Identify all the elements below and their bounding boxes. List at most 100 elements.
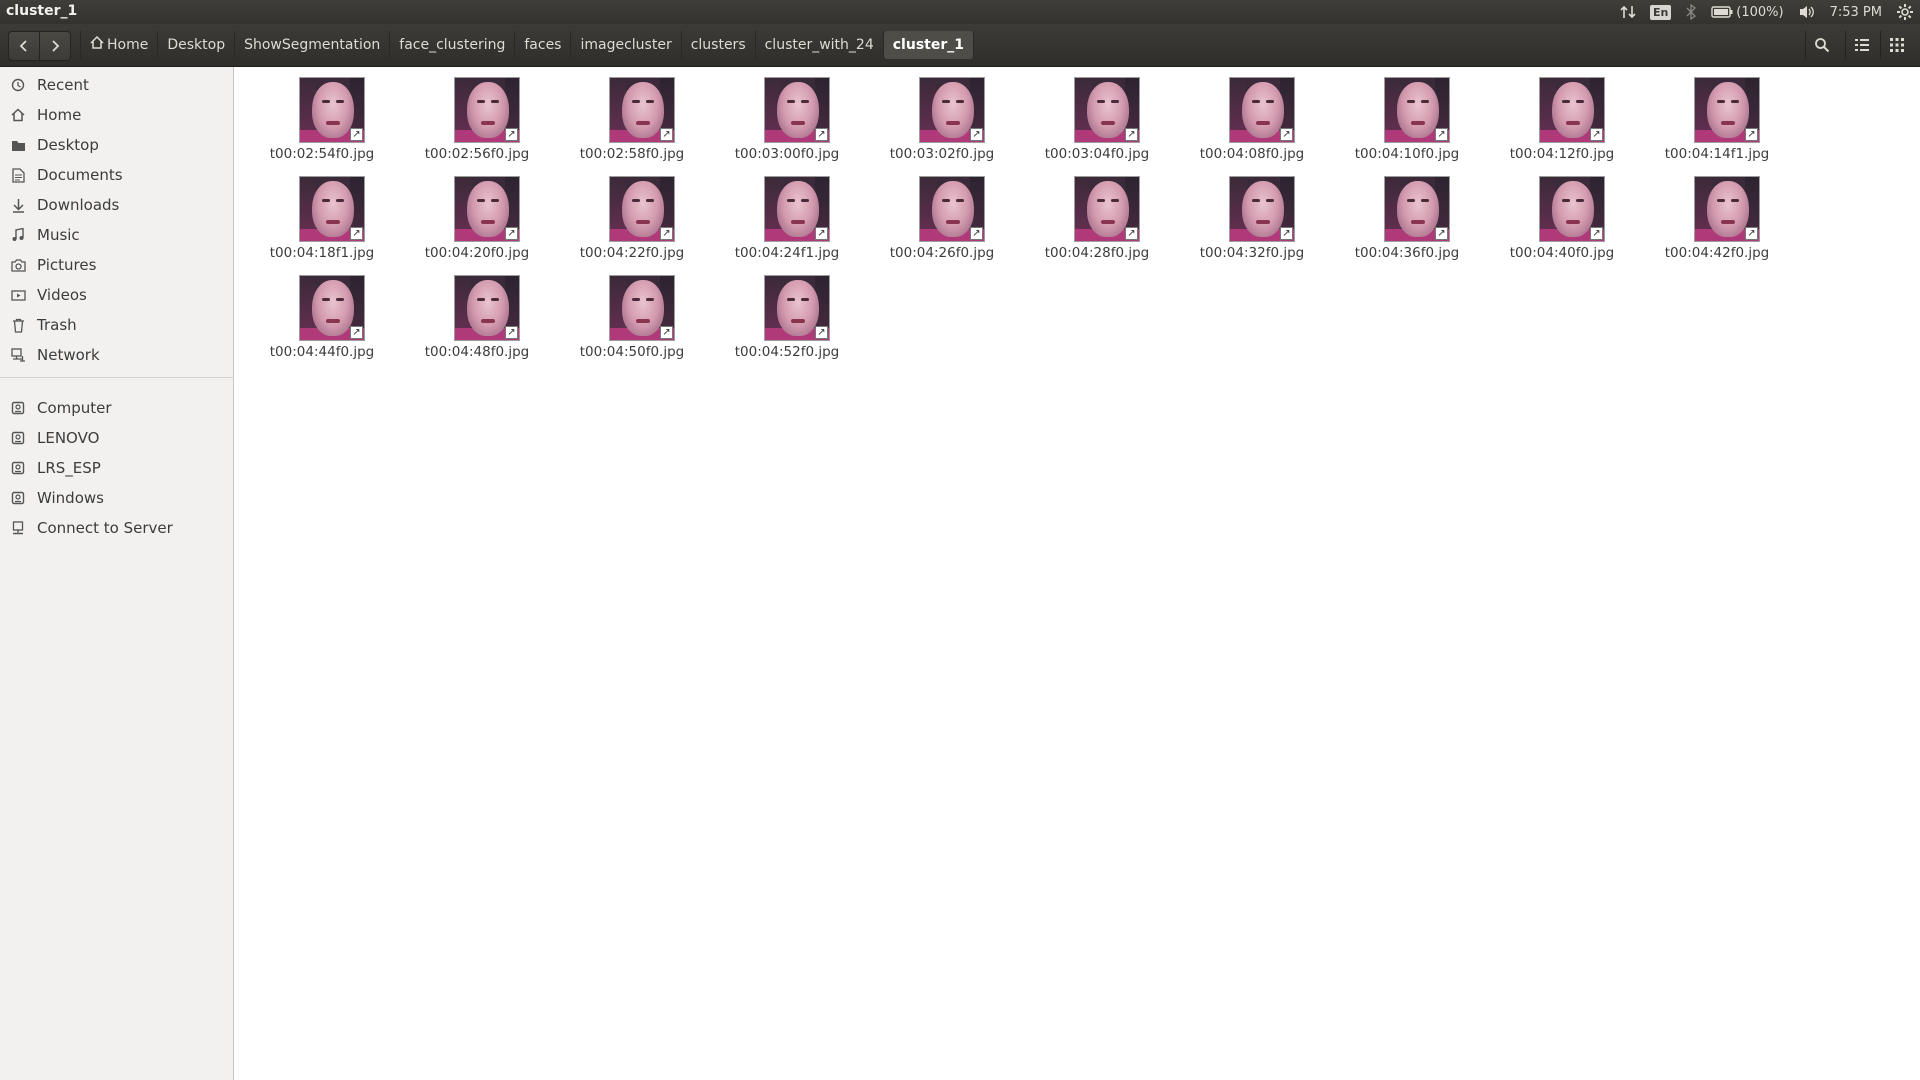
file-item[interactable]: ↗ t00:04:14f1.jpg xyxy=(1642,67,1792,162)
file-item[interactable]: ↗ t00:04:40f0.jpg xyxy=(1487,166,1637,261)
file-item[interactable]: ↗ t00:04:42f0.jpg xyxy=(1642,166,1792,261)
file-item[interactable]: ↗ t00:04:50f0.jpg xyxy=(557,265,707,360)
file-item[interactable]: ↗ t00:02:54f0.jpg xyxy=(247,67,397,162)
sidebar-item-desktop[interactable]: Desktop xyxy=(0,132,233,158)
file-name: t00:04:10f0.jpg xyxy=(1354,146,1460,162)
sidebar-item-windows[interactable]: Windows xyxy=(0,485,233,511)
battery-indicator[interactable]: (100%) xyxy=(1711,4,1784,20)
symlink-arrow-icon: ↗ xyxy=(350,227,363,240)
image-thumbnail: ↗ xyxy=(1694,176,1760,242)
bluetooth-icon[interactable] xyxy=(1685,4,1697,20)
battery-percent: (100%) xyxy=(1736,4,1784,20)
volume-icon[interactable] xyxy=(1798,4,1816,20)
image-thumbnail: ↗ xyxy=(764,77,830,143)
image-thumbnail: ↗ xyxy=(299,176,365,242)
breadcrumb-item-home[interactable]: Home xyxy=(80,31,159,59)
sidebar-item-label: Network xyxy=(37,346,100,364)
file-item[interactable]: ↗ t00:03:00f0.jpg xyxy=(712,67,862,162)
file-item[interactable]: ↗ t00:04:08f0.jpg xyxy=(1177,67,1327,162)
file-item[interactable]: ↗ t00:04:32f0.jpg xyxy=(1177,166,1327,261)
sidebar-item-label: Pictures xyxy=(37,256,97,274)
breadcrumb-item-imagecluster[interactable]: imagecluster xyxy=(571,31,682,59)
image-thumbnail: ↗ xyxy=(609,275,675,341)
file-item[interactable]: ↗ t00:04:48f0.jpg xyxy=(402,265,552,360)
image-thumbnail: ↗ xyxy=(609,176,675,242)
file-item[interactable]: ↗ t00:04:10f0.jpg xyxy=(1332,67,1482,162)
sidebar-item-music[interactable]: Music xyxy=(0,222,233,248)
sidebar-item-label: Music xyxy=(37,226,80,244)
file-item[interactable]: ↗ t00:03:02f0.jpg xyxy=(867,67,1017,162)
file-view[interactable]: ↗ t00:02:54f0.jpg ↗ t00:02:56f0.jpg ↗ t00:02:… xyxy=(234,67,1920,1080)
symlink-arrow-icon: ↗ xyxy=(660,227,673,240)
sidebar-item-lenovo[interactable]: LENOVO xyxy=(0,425,233,451)
file-item[interactable]: ↗ t00:02:58f0.jpg xyxy=(557,67,707,162)
file-name: t00:03:00f0.jpg xyxy=(734,146,840,162)
breadcrumb-item-clusters[interactable]: clusters xyxy=(682,31,756,59)
list-view-icon xyxy=(1855,39,1869,51)
forward-button[interactable] xyxy=(39,31,71,61)
file-item[interactable]: ↗ t00:04:44f0.jpg xyxy=(247,265,397,360)
download-icon xyxy=(10,197,26,213)
file-name: t00:03:02f0.jpg xyxy=(889,146,995,162)
symlink-arrow-icon: ↗ xyxy=(815,227,828,240)
settings-gear-icon[interactable] xyxy=(1896,3,1914,21)
file-name: t00:04:36f0.jpg xyxy=(1354,245,1460,261)
sidebar-item-pictures[interactable]: Pictures xyxy=(0,252,233,278)
sidebar-item-documents[interactable]: Documents xyxy=(0,162,233,188)
sidebar-item-computer[interactable]: Computer xyxy=(0,395,233,421)
file-item[interactable]: ↗ t00:02:56f0.jpg xyxy=(402,67,552,162)
image-thumbnail: ↗ xyxy=(1074,176,1140,242)
breadcrumb-label: imagecluster xyxy=(580,37,672,53)
keyboard-layout-indicator[interactable]: En xyxy=(1649,4,1672,20)
list-view-button[interactable] xyxy=(1845,31,1878,59)
network-transfer-icon[interactable] xyxy=(1620,4,1636,20)
breadcrumb-item-cluster-with-24[interactable]: cluster_with_24 xyxy=(756,31,884,59)
sidebar-item-home[interactable]: Home xyxy=(0,102,233,128)
sidebar-item-connect-to-server[interactable]: Connect to Server xyxy=(0,515,233,541)
file-name: t00:02:56f0.jpg xyxy=(424,146,530,162)
file-item[interactable]: ↗ t00:04:24f1.jpg xyxy=(712,166,862,261)
breadcrumb-item-faces[interactable]: faces xyxy=(515,31,572,59)
breadcrumb-item-desktop[interactable]: Desktop xyxy=(158,31,236,59)
battery-icon xyxy=(1711,6,1733,18)
file-name: t00:04:26f0.jpg xyxy=(889,245,995,261)
image-thumbnail: ↗ xyxy=(454,77,520,143)
sidebar-item-lrs-esp[interactable]: LRS_ESP xyxy=(0,455,233,481)
file-item[interactable]: ↗ t00:04:28f0.jpg xyxy=(1022,166,1172,261)
back-button[interactable] xyxy=(8,31,40,61)
grid-view-button[interactable] xyxy=(1880,31,1913,59)
breadcrumb-item-showsegmentation[interactable]: ShowSegmentation xyxy=(235,31,391,59)
drive-icon xyxy=(10,490,26,506)
sidebar-item-label: Recent xyxy=(37,76,89,94)
search-button[interactable] xyxy=(1805,31,1838,59)
breadcrumb-item-cluster-1[interactable]: cluster_1 xyxy=(883,31,974,59)
file-name: t00:02:54f0.jpg xyxy=(269,146,375,162)
drive-icon xyxy=(10,460,26,476)
file-item[interactable]: ↗ t00:04:12f0.jpg xyxy=(1487,67,1637,162)
sidebar-item-videos[interactable]: Videos xyxy=(0,282,233,308)
breadcrumb-item-face-clustering[interactable]: face_clustering xyxy=(390,31,516,59)
file-item[interactable]: ↗ t00:04:18f1.jpg xyxy=(247,166,397,261)
file-item[interactable]: ↗ t00:04:20f0.jpg xyxy=(402,166,552,261)
file-name: t00:02:58f0.jpg xyxy=(579,146,685,162)
indicator-area: En (100%) 7:53 PM xyxy=(1620,0,1920,24)
sidebar-item-recent[interactable]: Recent xyxy=(0,72,233,98)
symlink-arrow-icon: ↗ xyxy=(1590,128,1603,141)
symlink-arrow-icon: ↗ xyxy=(660,128,673,141)
sidebar-item-network[interactable]: Network xyxy=(0,342,233,368)
file-item[interactable]: ↗ t00:04:36f0.jpg xyxy=(1332,166,1482,261)
top-panel: cluster_1 En (100%) 7:53 PM xyxy=(0,0,1920,24)
file-item[interactable]: ↗ t00:03:04f0.jpg xyxy=(1022,67,1172,162)
image-thumbnail: ↗ xyxy=(1074,77,1140,143)
sidebar-item-trash[interactable]: Trash xyxy=(0,312,233,338)
sidebar-item-downloads[interactable]: Downloads xyxy=(0,192,233,218)
file-item[interactable]: ↗ t00:04:52f0.jpg xyxy=(712,265,862,360)
file-name: t00:04:42f0.jpg xyxy=(1664,245,1770,261)
sidebar-divider xyxy=(0,377,233,378)
clock[interactable]: 7:53 PM xyxy=(1830,5,1882,20)
file-name: t00:04:24f1.jpg xyxy=(734,245,840,261)
file-item[interactable]: ↗ t00:04:22f0.jpg xyxy=(557,166,707,261)
symlink-arrow-icon: ↗ xyxy=(1745,128,1758,141)
server-icon xyxy=(10,520,26,536)
file-item[interactable]: ↗ t00:04:26f0.jpg xyxy=(867,166,1017,261)
